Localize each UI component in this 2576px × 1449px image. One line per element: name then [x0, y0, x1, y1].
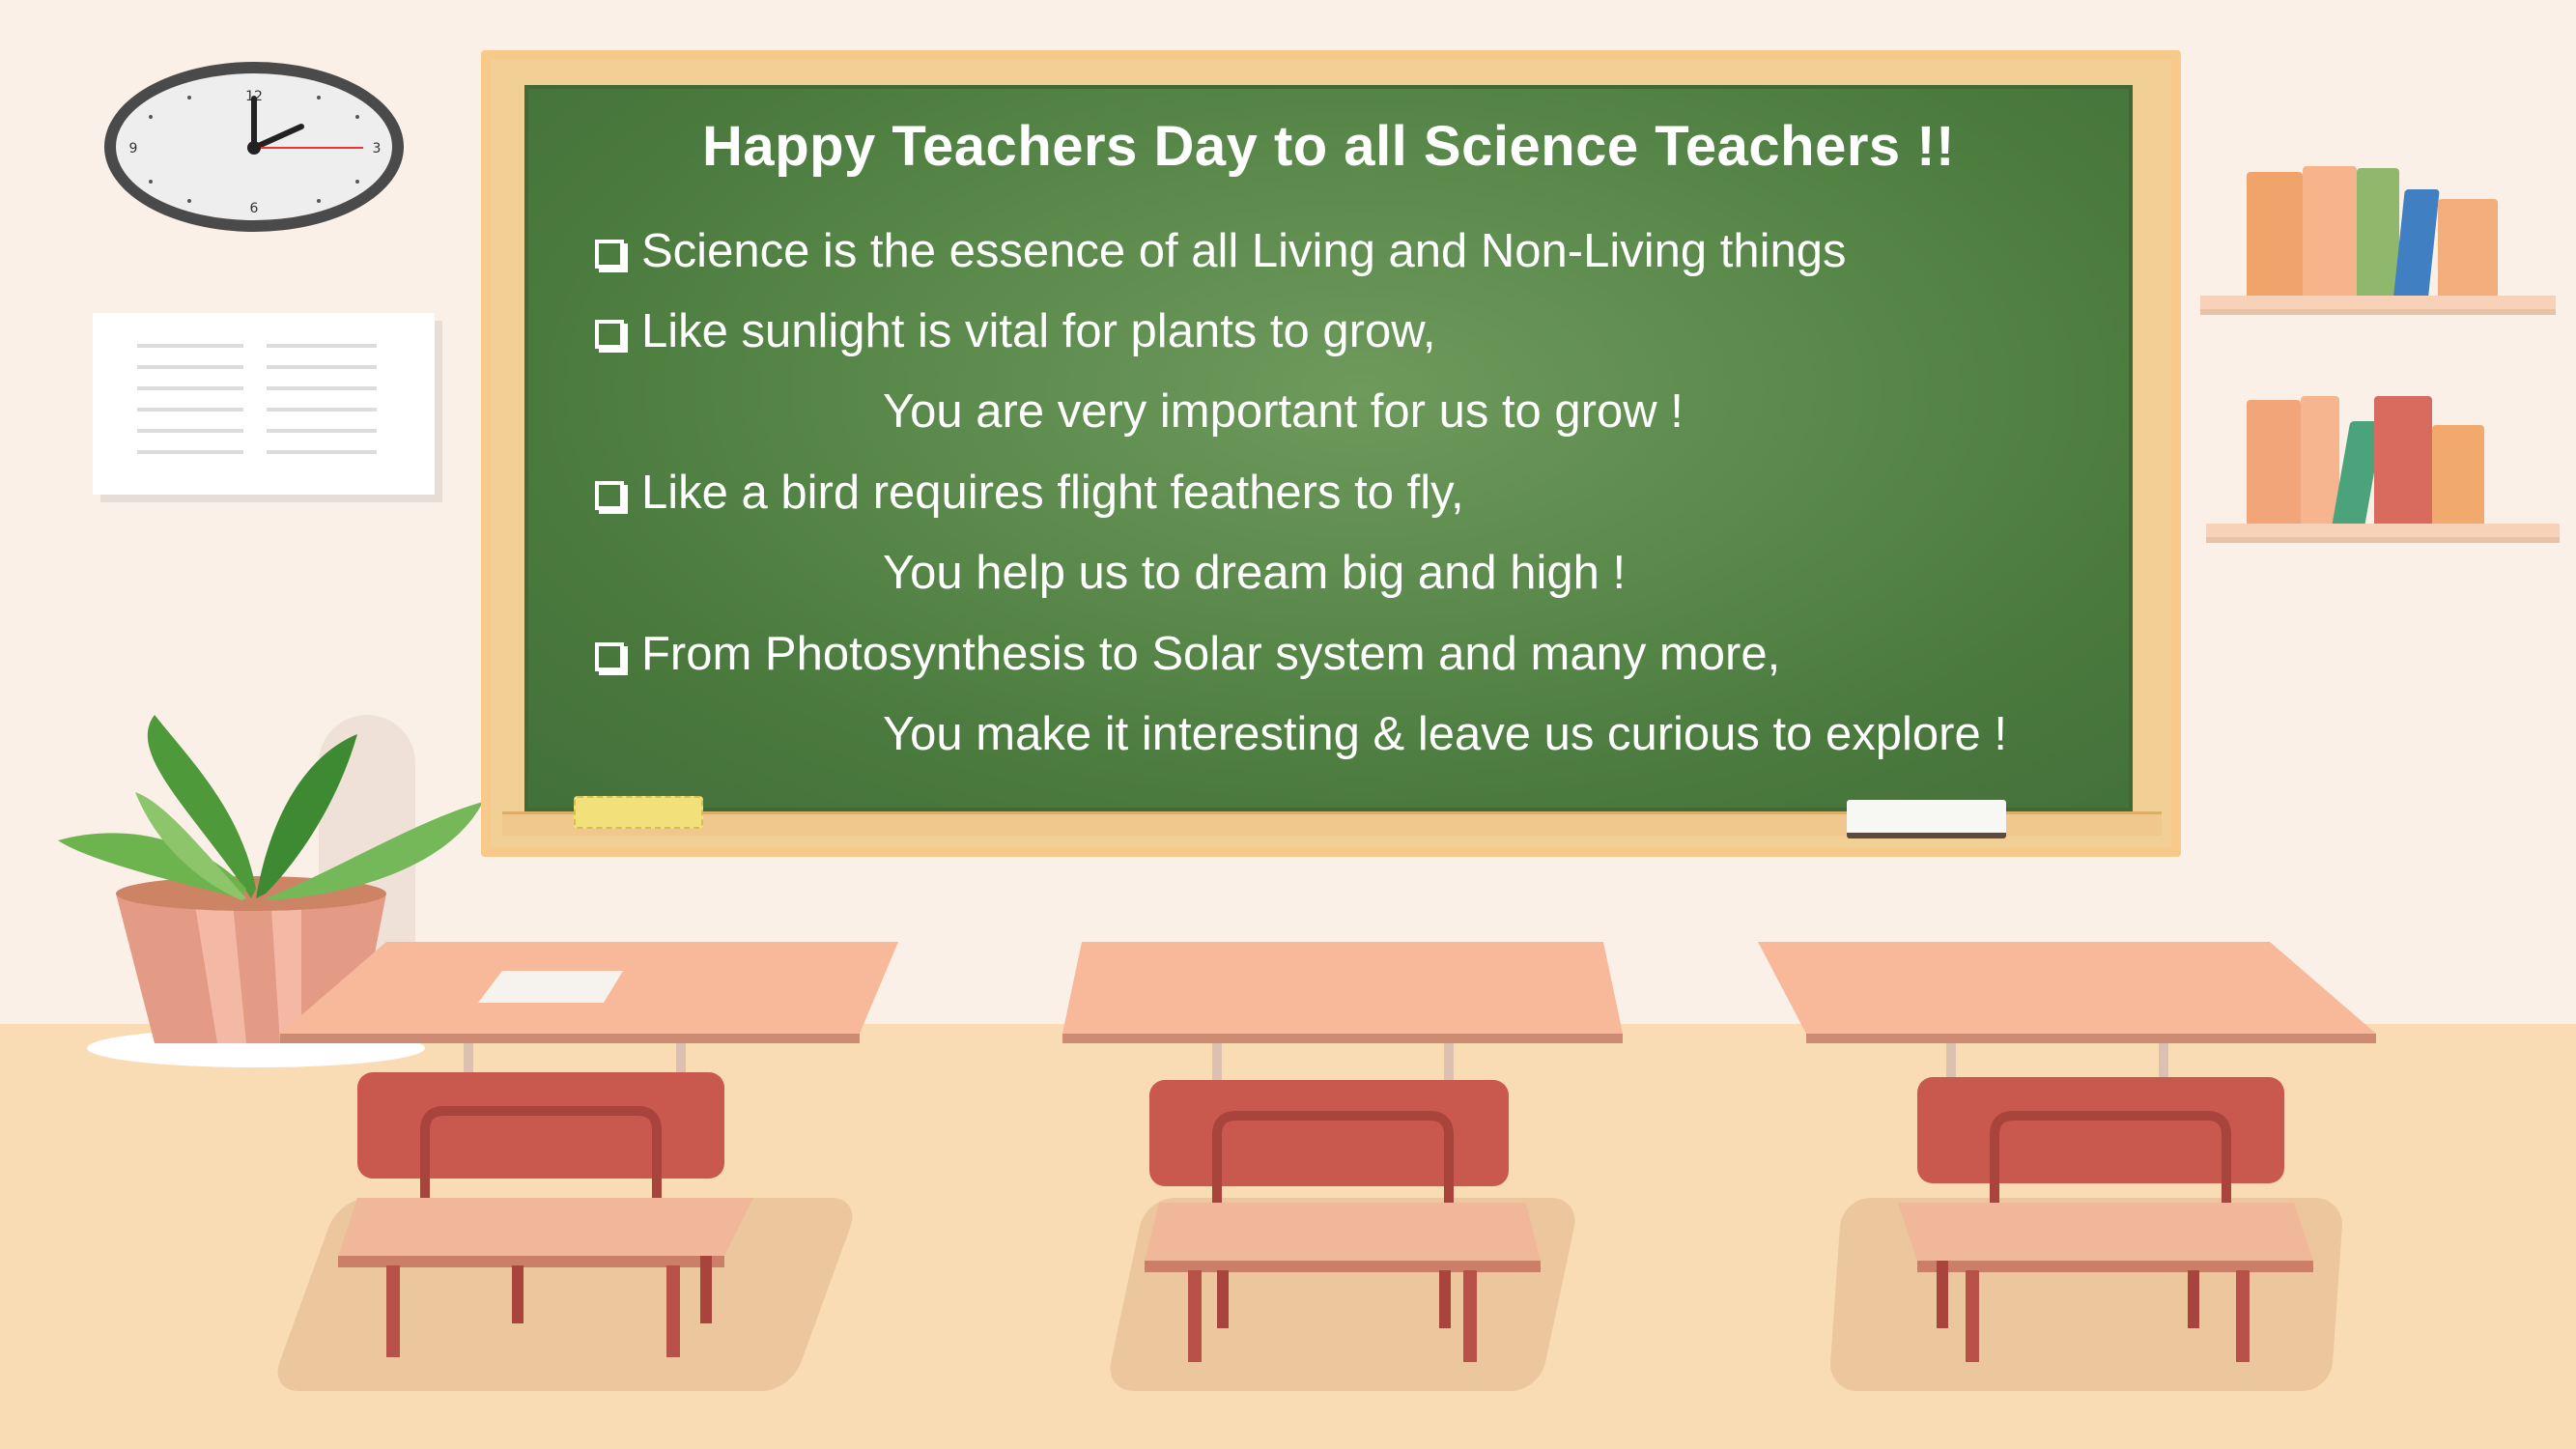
wall-notice-paper	[93, 313, 435, 495]
book-icon	[2438, 199, 2498, 296]
svg-text:3: 3	[373, 141, 382, 156]
board-line-5: You help us to dream big and high !	[883, 547, 1627, 599]
bookshelf-top	[2200, 296, 2556, 309]
board-line-7: You make it interesting & leave us curio…	[883, 708, 2007, 760]
desk-1	[280, 942, 898, 1357]
board-line-2: Like sunlight is vital for plants to gro…	[595, 304, 1436, 358]
book-icon	[2393, 189, 2440, 296]
book-icon	[2357, 168, 2399, 296]
book-icon	[2303, 166, 2357, 296]
book-icon	[2301, 396, 2339, 524]
bookshelf-bottom	[2206, 524, 2560, 537]
book-icon	[2247, 172, 2303, 296]
board-title: Happy Teachers Day to all Science Teache…	[702, 115, 1955, 178]
clock-face: 12 3 6 9	[129, 89, 382, 216]
desk-2	[1062, 942, 1623, 1362]
chalk-sponge	[574, 796, 703, 829]
svg-text:9: 9	[129, 141, 138, 156]
checkbox-icon	[595, 642, 624, 671]
blackboard	[524, 85, 2133, 811]
board-line-6: From Photosynthesis to Solar system and …	[595, 627, 1780, 681]
chalk-eraser	[1847, 800, 2006, 838]
book-icon	[2432, 425, 2484, 524]
book-icon	[2247, 400, 2301, 524]
book-icon	[2374, 396, 2432, 524]
board-line-3: You are very important for us to grow !	[883, 385, 1684, 438]
desk-3	[1758, 942, 2376, 1362]
board-line-4: Like a bird requires flight feathers to …	[595, 466, 1464, 520]
classroom-scene: 12 3 6 9	[0, 0, 2576, 1449]
checkbox-icon	[595, 481, 624, 510]
checkbox-icon	[595, 320, 624, 349]
svg-text:6: 6	[250, 201, 259, 216]
clock-icon: 12 3 6 9	[104, 62, 404, 232]
checkbox-icon	[595, 240, 624, 269]
board-line-1: Science is the essence of all Living and…	[595, 224, 1847, 278]
